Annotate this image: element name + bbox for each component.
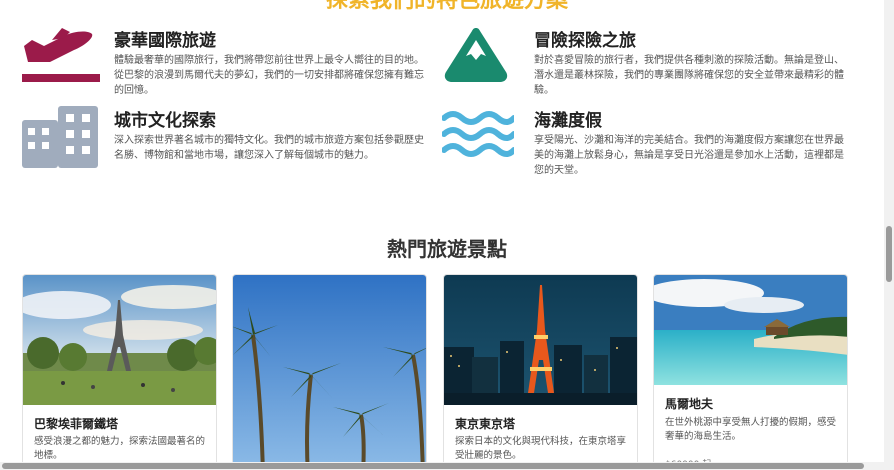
card-description: 探索日本的文化與現代科技，在東京塔享受壯麗的景色。 — [455, 436, 627, 461]
plane-departure-icon — [22, 26, 102, 86]
service-description: 深入探索世界著名城市的獨特文化。我們的城市旅遊方案包括參觀歷史名勝、博物館和當地… — [114, 135, 424, 161]
service-title: 城市文化探索 — [114, 111, 216, 131]
tokyo-tower-image — [444, 275, 637, 405]
horizontal-scrollbar-thumb[interactable] — [2, 463, 864, 469]
card-title: 巴黎埃菲爾鐵塔 — [34, 417, 119, 431]
vertical-scrollbar[interactable] — [884, 0, 894, 470]
city-building-icon — [22, 106, 102, 168]
card-title: 馬爾地夫 — [665, 397, 714, 411]
service-title: 冒險探險之旅 — [534, 31, 636, 51]
horizontal-scrollbar[interactable] — [0, 462, 884, 470]
card-title: 東京東京塔 — [455, 417, 516, 431]
destination-card-tropical[interactable] — [232, 274, 427, 470]
water-waves-icon — [441, 106, 522, 166]
service-description: 對於喜愛冒險的旅行者，我們提供各種刺激的探險活動。無論是登山、潛水還是叢林探險，… — [534, 55, 844, 96]
destination-card-maldives[interactable]: 馬爾地夫 在世外桃源中享受無人打擾的假期，感受奢華的海島生活。 $60000 起 — [653, 274, 848, 470]
vertical-scrollbar-thumb[interactable] — [886, 226, 892, 282]
destination-card-tokyo[interactable]: 東京東京塔 探索日本的文化與現代科技，在東京塔享受壯麗的景色。 — [443, 274, 638, 470]
service-title: 豪華國際旅遊 — [114, 31, 216, 51]
maldives-beach-image — [654, 275, 847, 385]
service-description: 享受陽光、沙灘和海洋的完美結合。我們的海灘度假方案讓您在世界最美的海灘上放鬆身心… — [534, 135, 844, 176]
card-description: 在世外桃源中享受無人打擾的假期，感受奢華的海島生活。 — [665, 417, 837, 442]
service-title: 海灘度假 — [534, 111, 602, 131]
card-description: 感受浪漫之都的魅力，探索法國最著名的地標。 — [34, 436, 206, 461]
paris-eiffel-image — [23, 275, 216, 405]
service-description: 體驗最奢華的國際旅行，我們將帶您前往世界上最令人嚮往的目的地。從巴黎的浪漫到馬爾… — [114, 55, 424, 96]
section-title-featured: 探索我們的特色旅遊方案 — [325, 0, 568, 13]
mountain-icon — [442, 26, 522, 86]
section-title-destinations: 熱門旅遊景點 — [387, 237, 507, 261]
palm-trees-image — [233, 275, 426, 470]
destination-card-paris[interactable]: 巴黎埃菲爾鐵塔 感受浪漫之都的魅力，探索法國最著名的地標。 — [22, 274, 217, 470]
